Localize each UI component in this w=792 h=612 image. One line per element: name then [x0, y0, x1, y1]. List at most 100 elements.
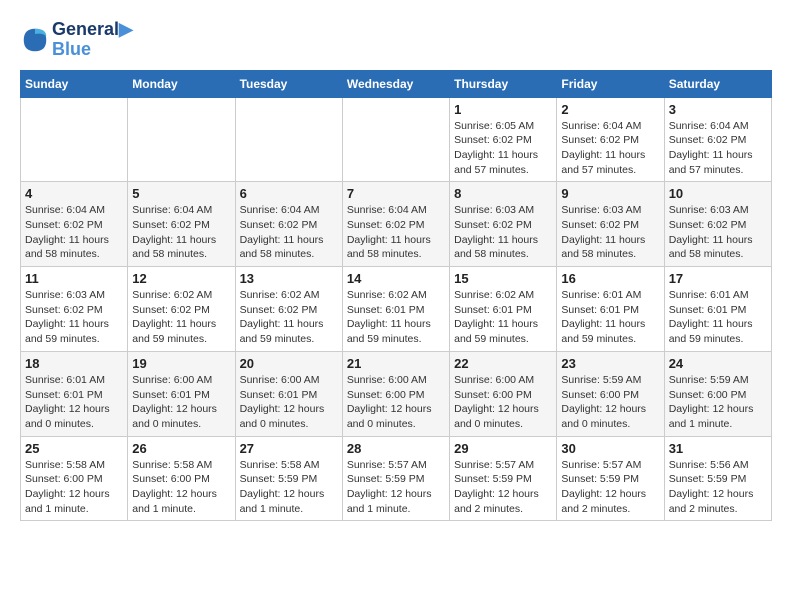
- calendar-cell: 25 Sunrise: 5:58 AMSunset: 6:00 PMDayligh…: [21, 436, 128, 521]
- day-info: Sunrise: 5:56 AMSunset: 5:59 PMDaylight:…: [669, 458, 767, 517]
- day-number: 11: [25, 271, 123, 286]
- logo: General▶ Blue: [20, 20, 133, 60]
- day-info: Sunrise: 6:02 AMSunset: 6:01 PMDaylight:…: [454, 288, 552, 347]
- calendar-cell: 29Sunrise: 5:57 AMSunset: 5:59 PMDayligh…: [450, 436, 557, 521]
- calendar-cell: 17 Sunrise: 6:01 AMSunset: 6:01 PMDayligh…: [664, 267, 771, 352]
- weekday-header: Wednesday: [342, 70, 449, 97]
- calendar-cell: [128, 97, 235, 182]
- logo-icon: [20, 25, 50, 55]
- day-number: 9: [561, 186, 659, 201]
- day-number: 15: [454, 271, 552, 286]
- calendar-cell: 14Sunrise: 6:02 AMSunset: 6:01 PMDayligh…: [342, 267, 449, 352]
- calendar-cell: 21 Sunrise: 6:00 AMSunset: 6:00 PMDayligh…: [342, 351, 449, 436]
- weekday-header: Sunday: [21, 70, 128, 97]
- day-info: Sunrise: 6:04 AMSunset: 6:02 PMDaylight:…: [25, 203, 123, 262]
- day-number: 17: [669, 271, 767, 286]
- day-info: Sunrise: 6:04 AMSunset: 6:02 PMDaylight:…: [240, 203, 338, 262]
- day-info: Sunrise: 6:05 AMSunset: 6:02 PMDaylight:…: [454, 119, 552, 178]
- day-info: Sunrise: 6:00 AMSunset: 6:01 PMDaylight:…: [132, 373, 230, 432]
- calendar-cell: 16Sunrise: 6:01 AMSunset: 6:01 PMDayligh…: [557, 267, 664, 352]
- calendar-cell: 26 Sunrise: 5:58 AMSunset: 6:00 PMDayligh…: [128, 436, 235, 521]
- calendar-cell: 1Sunrise: 6:05 AMSunset: 6:02 PMDaylight…: [450, 97, 557, 182]
- day-info: Sunrise: 5:58 AMSunset: 6:00 PMDaylight:…: [132, 458, 230, 517]
- calendar-cell: 30 Sunrise: 5:57 AMSunset: 5:59 PMDayligh…: [557, 436, 664, 521]
- day-number: 27: [240, 441, 338, 456]
- day-number: 26: [132, 441, 230, 456]
- day-info: Sunrise: 6:04 AMSunset: 6:02 PMDaylight:…: [561, 119, 659, 178]
- day-info: Sunrise: 6:03 AMSunset: 6:02 PMDaylight:…: [25, 288, 123, 347]
- weekday-header: Tuesday: [235, 70, 342, 97]
- day-number: 23: [561, 356, 659, 371]
- calendar-week-row: 4 Sunrise: 6:04 AMSunset: 6:02 PMDaylight…: [21, 182, 772, 267]
- calendar-cell: [21, 97, 128, 182]
- day-number: 12: [132, 271, 230, 286]
- weekday-header: Friday: [557, 70, 664, 97]
- calendar-cell: 19Sunrise: 6:00 AMSunset: 6:01 PMDayligh…: [128, 351, 235, 436]
- calendar-cell: 31 Sunrise: 5:56 AMSunset: 5:59 PMDayligh…: [664, 436, 771, 521]
- calendar-cell: [342, 97, 449, 182]
- day-number: 6: [240, 186, 338, 201]
- calendar-cell: 11 Sunrise: 6:03 AMSunset: 6:02 PMDayligh…: [21, 267, 128, 352]
- day-info: Sunrise: 6:04 AMSunset: 6:02 PMDaylight:…: [669, 119, 767, 178]
- calendar-cell: 18 Sunrise: 6:01 AMSunset: 6:01 PMDayligh…: [21, 351, 128, 436]
- day-info: Sunrise: 5:57 AMSunset: 5:59 PMDaylight:…: [454, 458, 552, 517]
- calendar-cell: 8 Sunrise: 6:03 AMSunset: 6:02 PMDaylight…: [450, 182, 557, 267]
- day-info: Sunrise: 6:00 AMSunset: 6:01 PMDaylight:…: [240, 373, 338, 432]
- day-number: 18: [25, 356, 123, 371]
- day-number: 8: [454, 186, 552, 201]
- day-info: Sunrise: 6:02 AMSunset: 6:02 PMDaylight:…: [132, 288, 230, 347]
- day-info: Sunrise: 6:01 AMSunset: 6:01 PMDaylight:…: [669, 288, 767, 347]
- day-info: Sunrise: 6:03 AMSunset: 6:02 PMDaylight:…: [561, 203, 659, 262]
- day-number: 30: [561, 441, 659, 456]
- logo-text: General▶ Blue: [52, 20, 133, 60]
- day-number: 22: [454, 356, 552, 371]
- day-number: 2: [561, 102, 659, 117]
- day-info: Sunrise: 5:57 AMSunset: 5:59 PMDaylight:…: [347, 458, 445, 517]
- calendar-cell: 20 Sunrise: 6:00 AMSunset: 6:01 PMDayligh…: [235, 351, 342, 436]
- day-info: Sunrise: 6:02 AMSunset: 6:01 PMDaylight:…: [347, 288, 445, 347]
- day-number: 20: [240, 356, 338, 371]
- weekday-header: Saturday: [664, 70, 771, 97]
- calendar-cell: 23 Sunrise: 5:59 AMSunset: 6:00 PMDayligh…: [557, 351, 664, 436]
- calendar-cell: 15 Sunrise: 6:02 AMSunset: 6:01 PMDayligh…: [450, 267, 557, 352]
- day-info: Sunrise: 6:03 AMSunset: 6:02 PMDaylight:…: [454, 203, 552, 262]
- day-number: 31: [669, 441, 767, 456]
- calendar-cell: 9 Sunrise: 6:03 AMSunset: 6:02 PMDaylight…: [557, 182, 664, 267]
- page-header: General▶ Blue: [20, 20, 772, 60]
- calendar-week-row: 11 Sunrise: 6:03 AMSunset: 6:02 PMDayligh…: [21, 267, 772, 352]
- calendar-cell: 28 Sunrise: 5:57 AMSunset: 5:59 PMDayligh…: [342, 436, 449, 521]
- day-number: 10: [669, 186, 767, 201]
- day-number: 16: [561, 271, 659, 286]
- day-number: 5: [132, 186, 230, 201]
- calendar-cell: 5 Sunrise: 6:04 AMSunset: 6:02 PMDaylight…: [128, 182, 235, 267]
- day-info: Sunrise: 6:04 AMSunset: 6:02 PMDaylight:…: [347, 203, 445, 262]
- day-info: Sunrise: 6:03 AMSunset: 6:02 PMDaylight:…: [669, 203, 767, 262]
- calendar-table: SundayMondayTuesdayWednesdayThursdayFrid…: [20, 70, 772, 522]
- day-info: Sunrise: 6:00 AMSunset: 6:00 PMDaylight:…: [347, 373, 445, 432]
- calendar-header-row: SundayMondayTuesdayWednesdayThursdayFrid…: [21, 70, 772, 97]
- calendar-cell: 7 Sunrise: 6:04 AMSunset: 6:02 PMDaylight…: [342, 182, 449, 267]
- day-number: 25: [25, 441, 123, 456]
- calendar-cell: 24Sunrise: 5:59 AMSunset: 6:00 PMDayligh…: [664, 351, 771, 436]
- calendar-cell: [235, 97, 342, 182]
- calendar-week-row: 18 Sunrise: 6:01 AMSunset: 6:01 PMDayligh…: [21, 351, 772, 436]
- calendar-cell: 3Sunrise: 6:04 AMSunset: 6:02 PMDaylight…: [664, 97, 771, 182]
- day-info: Sunrise: 5:57 AMSunset: 5:59 PMDaylight:…: [561, 458, 659, 517]
- day-number: 7: [347, 186, 445, 201]
- calendar-cell: 2 Sunrise: 6:04 AMSunset: 6:02 PMDaylight…: [557, 97, 664, 182]
- calendar-cell: 6 Sunrise: 6:04 AMSunset: 6:02 PMDaylight…: [235, 182, 342, 267]
- day-info: Sunrise: 6:01 AMSunset: 6:01 PMDaylight:…: [25, 373, 123, 432]
- calendar-cell: 13 Sunrise: 6:02 AMSunset: 6:02 PMDayligh…: [235, 267, 342, 352]
- day-number: 21: [347, 356, 445, 371]
- calendar-cell: 22Sunrise: 6:00 AMSunset: 6:00 PMDayligh…: [450, 351, 557, 436]
- day-info: Sunrise: 6:02 AMSunset: 6:02 PMDaylight:…: [240, 288, 338, 347]
- day-info: Sunrise: 5:58 AMSunset: 6:00 PMDaylight:…: [25, 458, 123, 517]
- day-number: 4: [25, 186, 123, 201]
- day-number: 28: [347, 441, 445, 456]
- day-number: 13: [240, 271, 338, 286]
- calendar-cell: 4 Sunrise: 6:04 AMSunset: 6:02 PMDaylight…: [21, 182, 128, 267]
- day-info: Sunrise: 5:59 AMSunset: 6:00 PMDaylight:…: [561, 373, 659, 432]
- day-info: Sunrise: 6:04 AMSunset: 6:02 PMDaylight:…: [132, 203, 230, 262]
- calendar-week-row: 25 Sunrise: 5:58 AMSunset: 6:00 PMDayligh…: [21, 436, 772, 521]
- day-info: Sunrise: 5:59 AMSunset: 6:00 PMDaylight:…: [669, 373, 767, 432]
